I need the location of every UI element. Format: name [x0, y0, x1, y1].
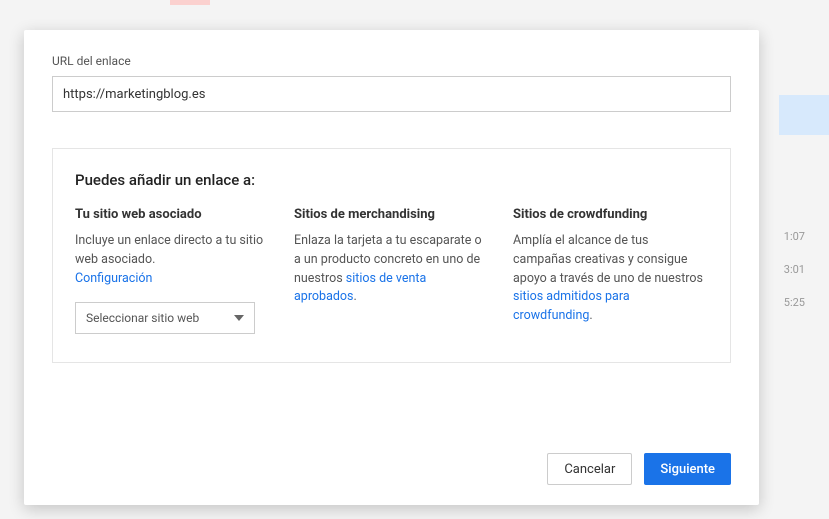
background-highlight-bar: [779, 95, 829, 135]
next-button[interactable]: Siguiente: [644, 453, 731, 485]
dropdown-label: Seleccionar sitio web: [86, 311, 199, 325]
col-merch: Sitios de merchandising Enlaza la tarjet…: [294, 207, 489, 334]
dialog-footer: Cancelar Siguiente: [52, 453, 731, 485]
bg-timestamp: 3:01: [784, 263, 805, 276]
col-crowd-title: Sitios de crowdfunding: [513, 207, 708, 222]
configuration-link[interactable]: Configuración: [75, 271, 152, 286]
col-associated-text-pre: Incluye un enlace directo a tu sitio web…: [75, 233, 263, 267]
url-input[interactable]: [52, 76, 731, 112]
col-merch-title: Sitios de merchandising: [294, 207, 489, 222]
info-box: Puedes añadir un enlace a: Tu sitio web …: [52, 148, 731, 363]
info-columns: Tu sitio web asociado Incluye un enlace …: [75, 207, 708, 334]
col-merch-text-post: .: [354, 289, 357, 304]
background-stripe: [170, 0, 210, 5]
col-crowd-text: Amplía el alcance de tus campañas creati…: [513, 232, 708, 326]
bg-timestamp: 1:07: [784, 230, 805, 243]
col-crowd-text-post: .: [589, 308, 592, 323]
col-merch-text: Enlaza la tarjeta a tu escaparate o a un…: [294, 232, 489, 307]
col-associated-title: Tu sitio web asociado: [75, 207, 270, 222]
url-label: URL del enlace: [52, 54, 731, 68]
col-crowd: Sitios de crowdfunding Amplía el alcance…: [513, 207, 708, 334]
background-timestamps: 1:07 3:01 5:25: [784, 230, 805, 309]
link-dialog: URL del enlace Puedes añadir un enlace a…: [24, 30, 759, 505]
info-heading: Puedes añadir un enlace a:: [75, 171, 708, 189]
site-select-dropdown[interactable]: Seleccionar sitio web: [75, 302, 255, 334]
col-associated: Tu sitio web asociado Incluye un enlace …: [75, 207, 270, 334]
cancel-button[interactable]: Cancelar: [547, 453, 632, 485]
col-associated-text: Incluye un enlace directo a tu sitio web…: [75, 232, 270, 288]
chevron-down-icon: [234, 313, 244, 323]
bg-timestamp: 5:25: [784, 296, 805, 309]
crowdfunding-sites-link[interactable]: sitios admitidos para crowdfunding: [513, 289, 630, 323]
col-crowd-text-pre: Amplía el alcance de tus campañas creati…: [513, 233, 703, 286]
